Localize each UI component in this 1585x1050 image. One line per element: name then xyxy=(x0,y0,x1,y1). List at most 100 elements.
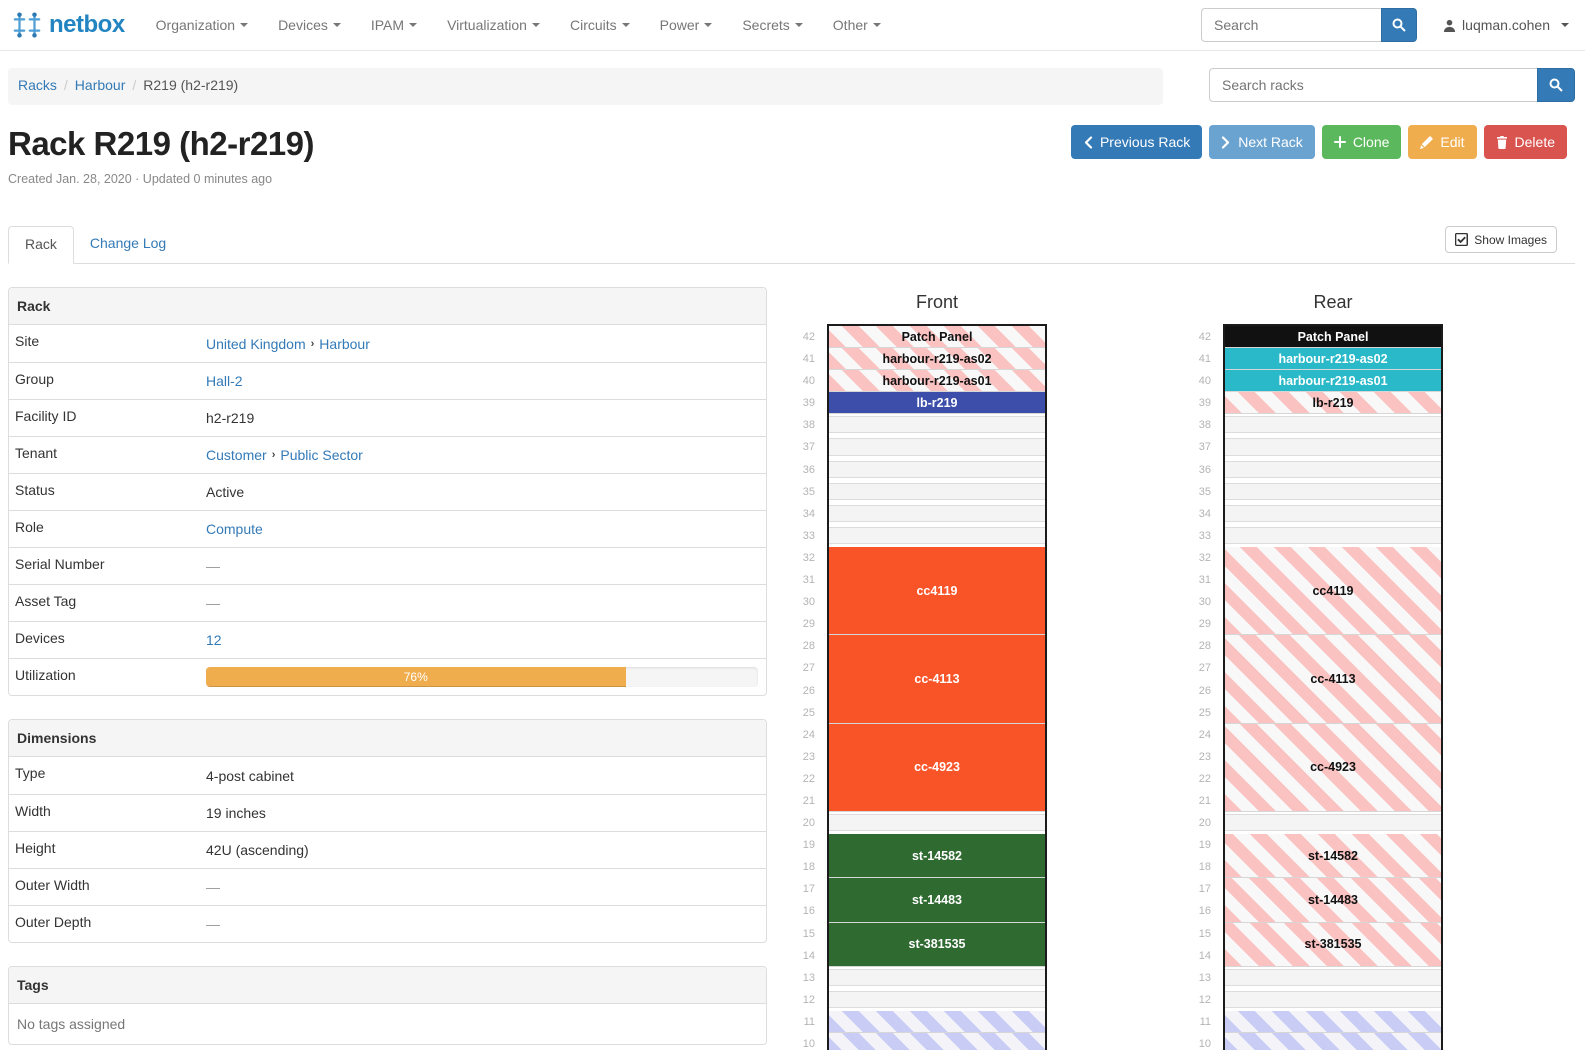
front-elevation-title: Front xyxy=(827,289,1047,316)
rack-unit-device[interactable]: cc-4113 xyxy=(829,635,1045,723)
rack-unit-empty[interactable] xyxy=(1225,812,1441,834)
row-label: Serial Number xyxy=(9,548,199,584)
chevron-left-icon xyxy=(1083,136,1093,149)
global-search-button[interactable] xyxy=(1381,8,1417,42)
rack-unit-empty[interactable] xyxy=(1225,967,1441,989)
unit-number: 17 xyxy=(1177,878,1213,900)
value-link[interactable]: Compute xyxy=(206,521,263,537)
unit-number: 28 xyxy=(1177,635,1213,657)
rack-unit-empty[interactable] xyxy=(829,812,1045,834)
tab-rack[interactable]: Rack xyxy=(8,226,74,264)
rack-unit-device[interactable]: cc-4923 xyxy=(1225,724,1441,812)
value-link[interactable]: Hall-2 xyxy=(206,373,243,389)
utilization-bar-fill: 76% xyxy=(206,667,626,687)
rack-unit-device[interactable]: Patch Panel xyxy=(1225,326,1441,348)
rack-unit-empty[interactable] xyxy=(1225,459,1441,481)
rack-unit-device[interactable]: st-381535 xyxy=(829,923,1045,967)
rack-unit-empty[interactable] xyxy=(829,459,1045,481)
value-link[interactable]: Public Sector xyxy=(280,447,362,463)
rack-unit-device[interactable]: cc4119 xyxy=(1225,547,1441,635)
unit-number: 10 xyxy=(1177,1033,1213,1050)
rack-unit-reserved[interactable] xyxy=(1225,1033,1441,1050)
value-link[interactable]: 12 xyxy=(206,632,222,648)
value-link[interactable]: United Kingdom xyxy=(206,336,306,352)
rack-unit-empty[interactable] xyxy=(1225,436,1441,458)
rack-unit-empty[interactable] xyxy=(1225,481,1441,503)
nav-item-virtualization[interactable]: Virtualization xyxy=(432,0,555,51)
nav-item-circuits[interactable]: Circuits xyxy=(555,0,645,51)
rack-unit-reserved[interactable] xyxy=(1225,1011,1441,1033)
user-menu[interactable]: luqman.cohen xyxy=(1443,17,1573,33)
global-search-input[interactable] xyxy=(1201,8,1381,42)
edit-button[interactable]: Edit xyxy=(1408,125,1476,159)
rack-unit-empty[interactable] xyxy=(829,436,1045,458)
rack-unit-device[interactable]: cc4119 xyxy=(829,547,1045,635)
rack-unit-reserved[interactable] xyxy=(829,1033,1045,1050)
show-images-button[interactable]: Show Images xyxy=(1445,226,1557,253)
rack-search-button[interactable] xyxy=(1537,68,1575,102)
rack-unit-empty[interactable] xyxy=(1225,525,1441,547)
dimensions-panel: Dimensions Type4-post cabinetWidth19 inc… xyxy=(8,719,767,943)
rack-unit-device[interactable]: st-14483 xyxy=(829,878,1045,922)
rack-unit-device[interactable]: harbour-r219-as01 xyxy=(1225,370,1441,392)
row-label: Devices xyxy=(9,622,199,658)
rack-unit-device[interactable]: harbour-r219-as02 xyxy=(1225,348,1441,370)
plus-icon xyxy=(1334,136,1346,148)
previous-rack-button[interactable]: Previous Rack xyxy=(1071,125,1202,159)
delete-button[interactable]: Delete xyxy=(1484,125,1567,159)
rack-unit-empty[interactable] xyxy=(1225,503,1441,525)
nav-item-devices[interactable]: Devices xyxy=(263,0,356,51)
unit-number: 12 xyxy=(781,989,817,1011)
table-row: Type4-post cabinet xyxy=(9,757,766,794)
nav-item-ipam[interactable]: IPAM xyxy=(356,0,432,51)
rack-unit-empty[interactable] xyxy=(829,989,1045,1011)
rack-unit-empty[interactable] xyxy=(829,525,1045,547)
value-link[interactable]: Customer xyxy=(206,447,267,463)
clone-button[interactable]: Clone xyxy=(1322,125,1402,159)
unit-number: 14 xyxy=(781,945,817,967)
rack-unit-device[interactable]: st-14582 xyxy=(1225,834,1441,878)
netbox-brand[interactable]: netbox xyxy=(12,10,125,40)
unit-number: 40 xyxy=(1177,370,1213,392)
table-row: Outer Depth— xyxy=(9,905,766,942)
nav-item-power[interactable]: Power xyxy=(645,0,728,51)
rack-unit-empty[interactable] xyxy=(829,481,1045,503)
rack-unit-empty[interactable] xyxy=(1225,989,1441,1011)
table-row: TenantCustomer›Public Sector xyxy=(9,436,766,473)
search-icon xyxy=(1392,18,1406,32)
nav-item-other[interactable]: Other xyxy=(818,0,896,51)
row-value: 42U (ascending) xyxy=(199,832,766,868)
rack-panel: Rack SiteUnited Kingdom›HarbourGroupHall… xyxy=(8,287,767,696)
tab-change-log[interactable]: Change Log xyxy=(74,226,182,264)
rack-unit-empty[interactable] xyxy=(1225,414,1441,436)
unit-number: 37 xyxy=(781,436,817,458)
rack-unit-device[interactable]: cc-4923 xyxy=(829,724,1045,812)
rack-unit-empty[interactable] xyxy=(829,503,1045,525)
tab-bar: RackChange Log Show Images xyxy=(8,226,1575,264)
nav-item-organization[interactable]: Organization xyxy=(141,0,263,51)
nav-item-label: Organization xyxy=(156,17,235,33)
rack-unit-device[interactable]: Patch Panel xyxy=(829,326,1045,348)
device-label: cc-4113 xyxy=(1310,672,1355,686)
rack-unit-device[interactable]: lb-r219 xyxy=(1225,392,1441,414)
breadcrumb-link[interactable]: Racks xyxy=(18,77,57,93)
rack-unit-device[interactable]: lb-r219 xyxy=(829,392,1045,414)
chevron-down-icon xyxy=(795,23,803,27)
breadcrumb-link[interactable]: Harbour xyxy=(75,77,126,93)
rack-unit-reserved[interactable] xyxy=(829,1011,1045,1033)
row-label: Site xyxy=(9,325,199,362)
rack-search-input[interactable] xyxy=(1209,68,1537,102)
rack-unit-device[interactable]: harbour-r219-as02 xyxy=(829,348,1045,370)
rack-unit-device[interactable]: st-14582 xyxy=(829,834,1045,878)
nav-item-secrets[interactable]: Secrets xyxy=(727,0,817,51)
rack-unit-empty[interactable] xyxy=(829,414,1045,436)
unit-number: 18 xyxy=(1177,856,1213,878)
rack-unit-device[interactable]: harbour-r219-as01 xyxy=(829,370,1045,392)
value-link[interactable]: Harbour xyxy=(319,336,370,352)
rack-unit-device[interactable]: cc-4113 xyxy=(1225,635,1441,723)
rack-unit-device[interactable]: st-381535 xyxy=(1225,923,1441,967)
global-search xyxy=(1201,8,1417,42)
rack-unit-empty[interactable] xyxy=(829,967,1045,989)
rack-unit-device[interactable]: st-14483 xyxy=(1225,878,1441,922)
next-rack-button[interactable]: Next Rack xyxy=(1209,125,1315,159)
